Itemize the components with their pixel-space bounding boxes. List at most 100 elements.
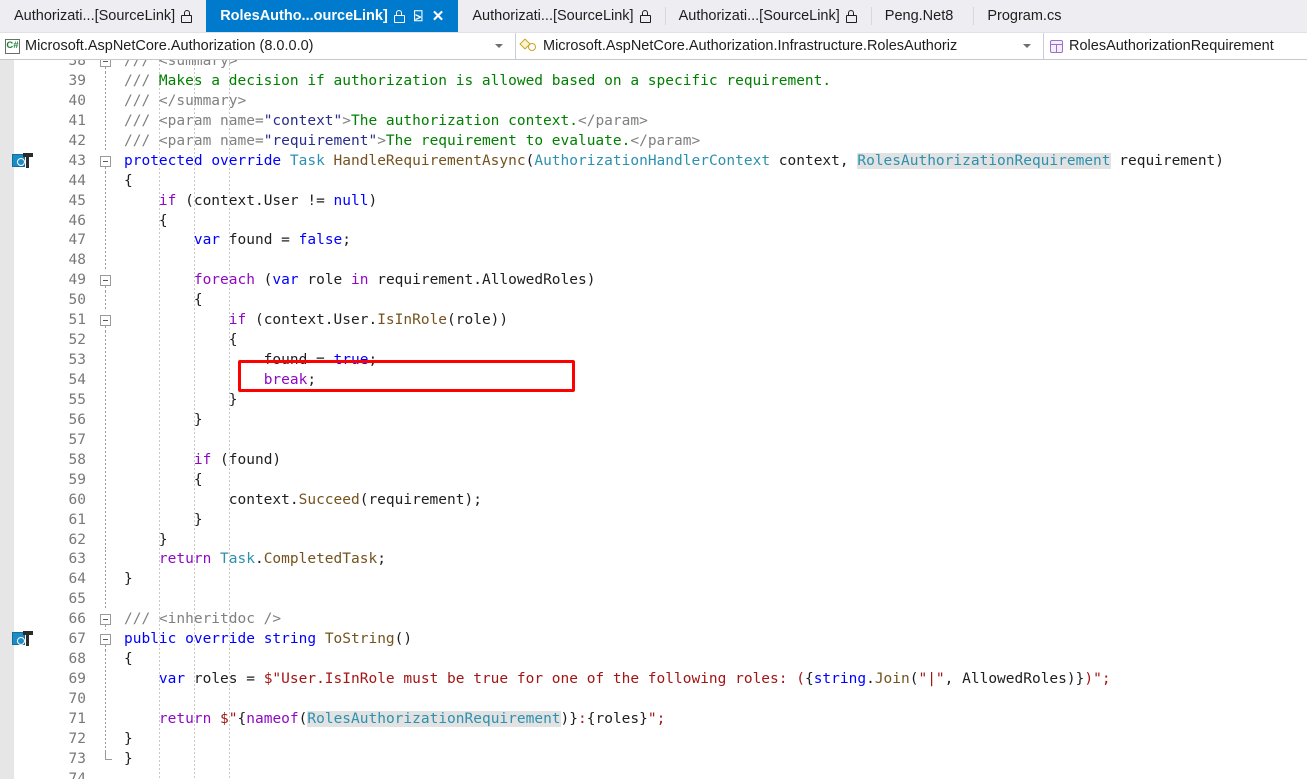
code-line[interactable]: 60 context.Succeed(requirement); [0, 490, 1307, 511]
code-line[interactable]: 63 return Task.CompletedTask; [0, 550, 1307, 571]
code-line[interactable]: 38 /// <summary> [0, 60, 1307, 72]
code-line[interactable]: 51 if (context.User.IsInRole(role)) [0, 311, 1307, 332]
code-line[interactable]: 56 } [0, 410, 1307, 431]
code-line[interactable]: 74 [0, 770, 1307, 779]
editor-tab-2[interactable]: Authorizati...[SourceLink] [458, 0, 665, 32]
code-token: ) [368, 192, 378, 209]
close-icon[interactable]: ✕ [432, 9, 445, 24]
code-line[interactable]: 67 public override string ToString() [0, 630, 1307, 651]
fold-collapse-icon[interactable] [100, 155, 111, 167]
code-line[interactable]: 40 /// </summary> [0, 91, 1307, 112]
code-line[interactable]: 61 } [0, 510, 1307, 531]
chevron-down-icon[interactable] [495, 44, 503, 48]
code-line[interactable]: 44 { [0, 171, 1307, 192]
pin-icon[interactable]: ⍄ [414, 9, 423, 24]
line-number: 71 [68, 710, 86, 727]
code-token: { [124, 651, 133, 668]
code-token: { [124, 471, 203, 488]
code-token: { [124, 172, 133, 189]
code-text: { [124, 291, 203, 311]
editor-tab-label: RolesAutho...ourceLink] [220, 7, 388, 24]
fold-guide-line [105, 729, 106, 750]
code-text: } [124, 411, 203, 431]
code-line[interactable]: 54 break; [0, 371, 1307, 391]
line-number: 62 [68, 531, 86, 548]
code-token: foreach [193, 272, 255, 289]
editor-tab-1[interactable]: RolesAutho...ourceLink] ⍄ ✕ [206, 0, 459, 32]
code-token: } [124, 511, 203, 528]
override-glyph-icon[interactable] [12, 152, 38, 170]
code-editor[interactable]: 38 /// <summary> 39 /// Makes a decision if… [0, 60, 1307, 779]
code-scroll-area[interactable]: 38 /// <summary> 39 /// Makes a decision if… [0, 60, 1307, 779]
fold-guide-line [105, 510, 106, 531]
code-line[interactable]: 72} [0, 729, 1307, 750]
code-line[interactable]: 52 { [0, 331, 1307, 352]
editor-tab-3[interactable]: Authorizati...[SourceLink] [664, 0, 871, 32]
code-line[interactable]: 39 /// Makes a decision if authorization … [0, 71, 1307, 92]
code-text: found = true; [124, 351, 378, 371]
code-line[interactable]: 68 { [0, 650, 1307, 671]
code-line[interactable]: 57 [0, 430, 1307, 451]
code-line[interactable]: 69 var roles = $"User.IsInRole must be t… [0, 670, 1307, 690]
line-number: 38 [68, 60, 86, 69]
fold-collapse-icon[interactable] [100, 60, 111, 67]
code-token: /// [124, 92, 159, 109]
code-token: null [333, 192, 369, 209]
fold-collapse-icon[interactable] [100, 275, 111, 287]
code-line[interactable]: 55 } [0, 390, 1307, 411]
code-token: (role)) [447, 312, 509, 329]
code-text: return $"{nameof(RolesAuthorizationRequi… [124, 710, 665, 730]
code-text: /// </summary> [124, 92, 246, 112]
navbar-member-dropdown[interactable]: RolesAuthorizationRequirement [1044, 33, 1307, 59]
code-text: } [124, 750, 133, 770]
editor-tab-icons [639, 9, 651, 23]
fold-guide-line [105, 709, 106, 730]
editor-tab-5[interactable]: Program.cs [973, 0, 1082, 32]
code-line[interactable]: 70 [0, 690, 1307, 710]
code-token: <summary> [158, 60, 238, 69]
code-token: return [158, 710, 212, 727]
code-token: IsInRole [377, 312, 448, 329]
code-line[interactable]: 58 if (found) [0, 450, 1307, 471]
code-line[interactable]: 49 foreach (var role in requirement.Allo… [0, 271, 1307, 292]
code-line[interactable]: 64} [0, 570, 1307, 591]
code-line[interactable]: 48 [0, 251, 1307, 272]
editor-tab-4[interactable]: Peng.Net8 [870, 0, 974, 32]
code-token: HandleRequirementAsync [333, 152, 526, 169]
editor-tab-0[interactable]: Authorizati...[SourceLink] [0, 0, 207, 32]
code-token: ToString [324, 631, 395, 648]
code-line[interactable]: 62 } [0, 530, 1307, 551]
code-line[interactable]: 53 found = true; [0, 351, 1307, 371]
code-line[interactable]: 71 return $"{nameof(RolesAuthorizationRe… [0, 709, 1307, 730]
code-token: /// [124, 611, 159, 628]
code-line[interactable]: 42 /// <param name="requirement">The requ… [0, 131, 1307, 152]
chevron-down-icon[interactable] [1023, 44, 1031, 48]
code-text: /// <summary> [124, 60, 238, 72]
fold-collapse-icon[interactable] [100, 315, 111, 327]
code-token: RolesAuthorizationRequirement [307, 710, 561, 727]
code-token: $" [220, 710, 238, 727]
fold-collapse-icon[interactable] [100, 634, 111, 646]
code-line[interactable]: 59 { [0, 470, 1307, 491]
navbar-project-dropdown[interactable]: C# Microsoft.AspNetCore.Authorization (8… [0, 33, 516, 59]
code-line[interactable]: 46 { [0, 211, 1307, 232]
code-token: <inheritdoc /> [158, 611, 282, 628]
code-line[interactable]: 43 protected override Task HandleRequirem… [0, 152, 1307, 172]
code-line[interactable]: 50 { [0, 291, 1307, 312]
code-line[interactable]: 65 [0, 590, 1307, 611]
line-number: 52 [68, 332, 86, 349]
code-line[interactable]: 73} [0, 749, 1307, 770]
lock-icon [639, 9, 651, 23]
override-glyph-icon[interactable] [12, 631, 38, 648]
code-line[interactable]: 41 /// <param name="context">The authoriz… [0, 111, 1307, 132]
code-token: > [377, 132, 386, 149]
code-line[interactable]: 45 if (context.User != null) [0, 191, 1307, 212]
fold-collapse-icon[interactable] [100, 614, 111, 626]
code-line[interactable]: 47 var found = false; [0, 231, 1307, 252]
code-text: } [124, 531, 168, 551]
line-number: 51 [68, 312, 86, 329]
line-number: 66 [68, 611, 86, 628]
code-line[interactable]: 66 /// <inheritdoc /> [0, 610, 1307, 631]
code-token: <param name= [158, 132, 264, 149]
navbar-type-dropdown[interactable]: Microsoft.AspNetCore.Authorization.Infra… [516, 33, 1044, 59]
